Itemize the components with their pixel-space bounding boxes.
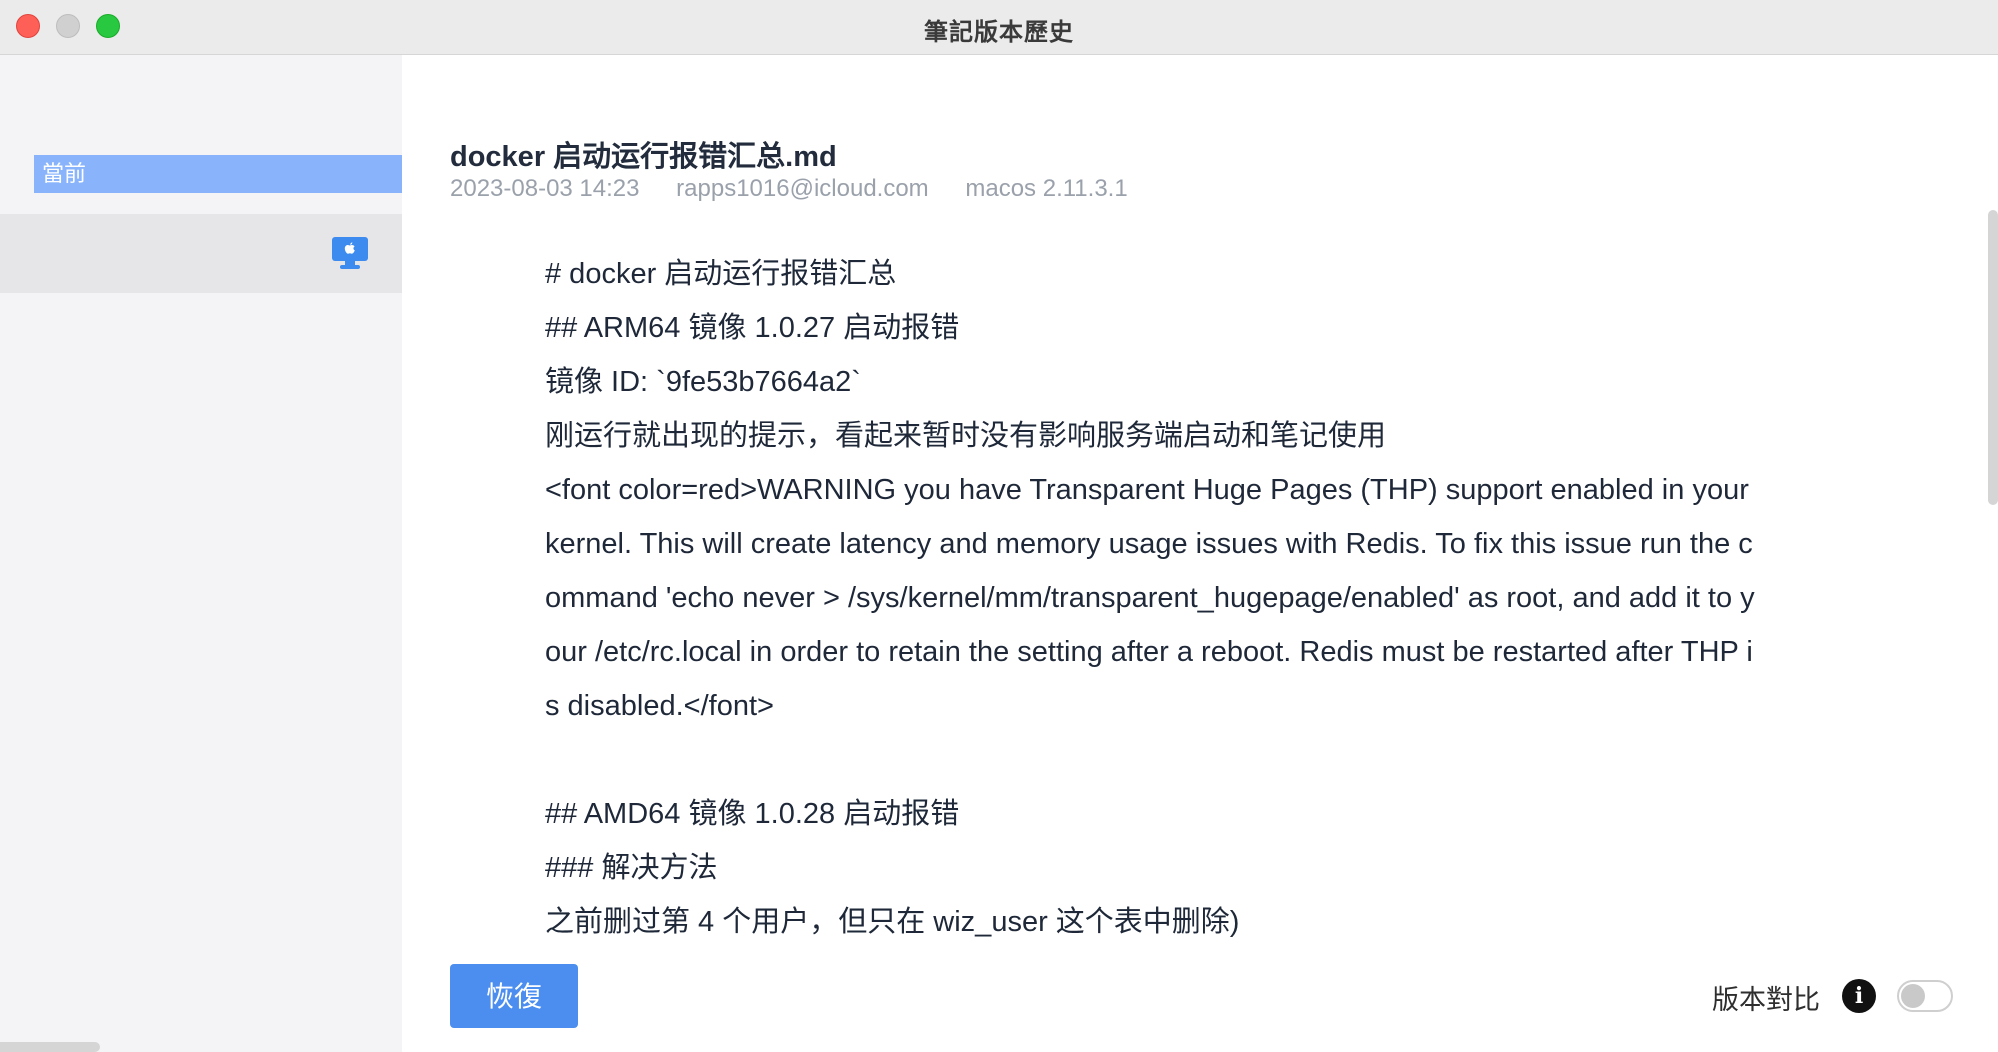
note-date: 2023-08-03 14:23 <box>450 175 640 202</box>
content-line: ### 解决方法 <box>545 852 718 884</box>
note-author: rapps1016@icloud.com <box>676 175 929 202</box>
title-bar: 筆記版本歷史 <box>0 0 1998 55</box>
sidebar-item-version[interactable] <box>0 214 402 293</box>
content-line: ## ARM64 镜像 1.0.27 启动报错 <box>545 312 960 344</box>
content-line <box>545 733 1865 787</box>
content-line: s disabled.</font> <box>545 690 774 722</box>
content-line: 镜像 ID: `9fe53b7664a2` <box>545 366 861 398</box>
note-preview-pane: docker 启动运行报错汇总.md 2023-08-03 14:23 rapp… <box>402 55 1998 1052</box>
info-icon[interactable]: i <box>1842 979 1876 1013</box>
version-history-window: 筆記版本歷史 當前 docker 启动运行报错汇总.md 2023-08-03 … <box>0 0 1998 1052</box>
content-line: our /etc/rc.local in order to retain the… <box>545 636 1753 668</box>
content-line: kernel. This will create latency and mem… <box>545 528 1753 560</box>
content-line: # docker 启动运行报错汇总 <box>545 258 897 290</box>
content-line: ## AMD64 镜像 1.0.28 启动报错 <box>545 798 960 830</box>
note-client-version: macos 2.11.3.1 <box>965 175 1128 202</box>
content-line: 刚运行就出现的提示，看起来暂时没有影响服务端启动和笔记使用 <box>545 420 1387 452</box>
content-line: <font color=red>WARNING you have Transpa… <box>545 474 1749 506</box>
note-meta: 2023-08-03 14:23 rapps1016@icloud.com ma… <box>450 175 1158 203</box>
window-title: 筆記版本歷史 <box>924 19 1074 46</box>
toggle-knob <box>1901 984 1925 1008</box>
restore-button[interactable]: 恢復 <box>450 964 578 1028</box>
content-line: 之前删过第 4 个用户，但只在 wiz_user 这个表中删除) <box>545 906 1240 938</box>
desktop-apple-icon <box>332 237 368 269</box>
note-file-title: docker 启动运行报错汇总.md <box>450 141 837 173</box>
sidebar-item-current[interactable]: 當前 <box>34 155 402 193</box>
content-line: ommand 'echo never > /sys/kernel/mm/tran… <box>545 582 1755 614</box>
note-content: # docker 启动运行报错汇总 ## ARM64 镜像 1.0.27 启动报… <box>545 247 1865 1007</box>
version-compare-toggle[interactable] <box>1897 980 1953 1012</box>
content-scrollbar[interactable] <box>1988 210 1998 505</box>
version-sidebar: 當前 <box>0 55 402 1052</box>
version-compare-label: 版本對比 <box>1712 985 1820 1015</box>
sidebar-scrollbar[interactable] <box>0 1042 100 1052</box>
